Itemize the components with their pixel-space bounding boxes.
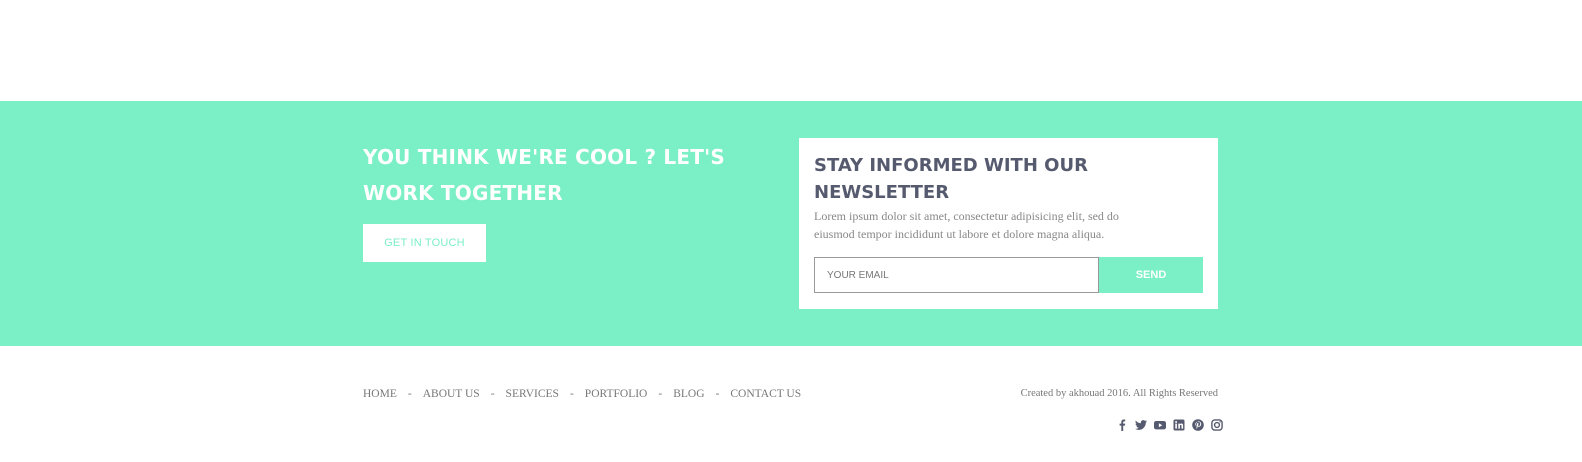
- footer-link-home[interactable]: HOME: [363, 388, 397, 400]
- send-button[interactable]: SEND: [1099, 257, 1203, 293]
- footer-link-services[interactable]: SERVICES: [506, 388, 559, 400]
- pinterest-icon[interactable]: [1192, 418, 1204, 431]
- nav-separator: -: [569, 388, 574, 400]
- newsletter-description: Lorem ipsum dolor sit amet, consectetur …: [814, 209, 1119, 241]
- footer-nav: HOME - ABOUT US - SERVICES - PORTFOLIO -…: [363, 386, 801, 402]
- footer-link-blog[interactable]: BLOG: [673, 388, 704, 400]
- nav-separator: -: [715, 388, 720, 400]
- facebook-icon[interactable]: [1116, 419, 1128, 431]
- linkedin-icon[interactable]: [1173, 419, 1185, 431]
- youtube-icon[interactable]: [1154, 419, 1166, 431]
- nav-separator: -: [407, 388, 412, 400]
- footer-link-portfolio[interactable]: PORTFOLIO: [585, 388, 648, 400]
- footer-link-contact-us[interactable]: CONTACT US: [730, 388, 801, 400]
- cta-section: YOU THINK WE'RE COOL ? LET'S WORK TOGETH…: [0, 101, 1582, 346]
- twitter-icon[interactable]: [1135, 419, 1147, 431]
- newsletter-title: STAY INFORMED WITH OUR NEWSLETTER: [814, 155, 1088, 203]
- footer-link-about-us[interactable]: ABOUT US: [423, 388, 480, 400]
- email-input[interactable]: [814, 257, 1099, 293]
- social-links: [1116, 418, 1223, 431]
- cta-title: YOU THINK WE'RE COOL ? LET'S WORK TOGETH…: [363, 145, 725, 205]
- instagram-icon[interactable]: [1211, 418, 1223, 431]
- newsletter-box: STAY INFORMED WITH OUR NEWSLETTER Lorem …: [799, 138, 1218, 309]
- nav-separator: -: [658, 388, 663, 400]
- get-in-touch-button[interactable]: GET IN TOUCH: [363, 224, 486, 262]
- nav-separator: -: [490, 388, 495, 400]
- copyright-text: Created by akhouad 2016. All Rights Rese…: [1020, 388, 1218, 399]
